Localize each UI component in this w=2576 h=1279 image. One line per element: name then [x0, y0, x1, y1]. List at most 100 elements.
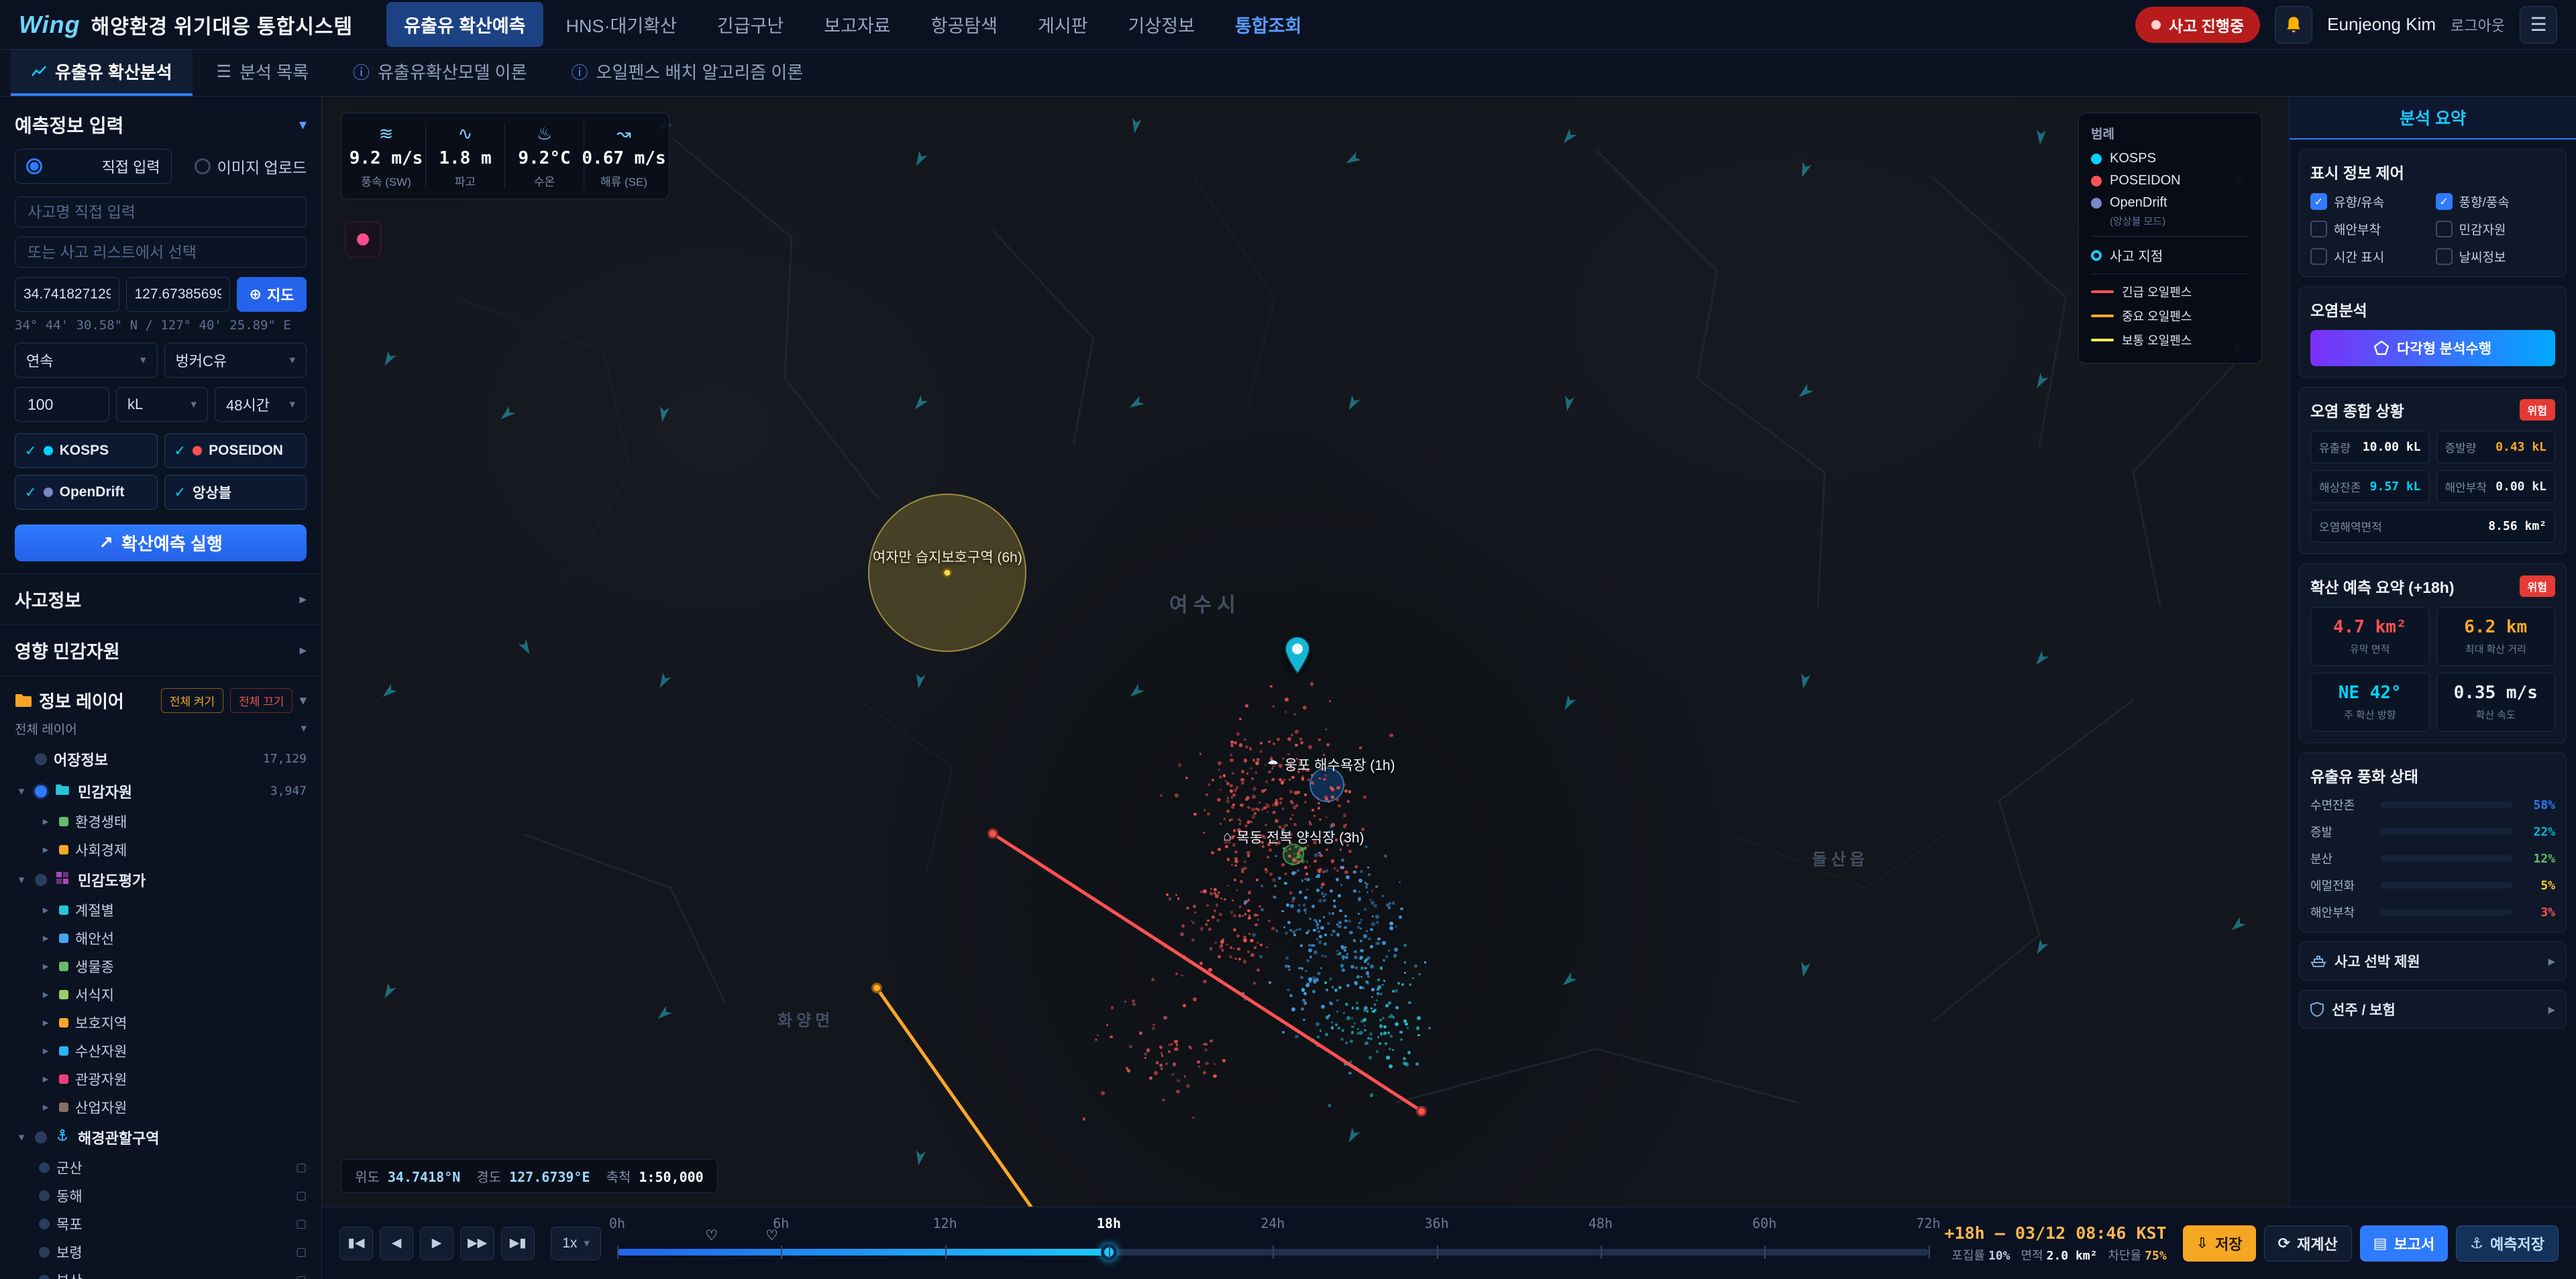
layer-toggle[interactable]: [39, 1162, 50, 1173]
layer-row-부산[interactable]: 부산 ▢: [7, 1266, 315, 1279]
display-option-시간 표시[interactable]: 시간 표시: [2310, 247, 2430, 266]
display-option-유향/유속[interactable]: ✓ 유향/유속: [2310, 192, 2430, 211]
playback-speed-select[interactable]: 1x ▾: [551, 1226, 601, 1260]
layer-row-사회경제[interactable]: ▸ 사회경제: [7, 836, 315, 864]
layer-row-수산자원[interactable]: ▸ 수산자원: [7, 1037, 315, 1065]
panel-section-사고 선박 제원[interactable]: 사고 선박 제원 ▸: [2299, 942, 2567, 981]
layer-row-관광자원[interactable]: ▸ 관광자원: [7, 1065, 315, 1093]
sidebar-section-1[interactable]: 사고정보 ▸: [0, 573, 321, 624]
run-prediction-button[interactable]: ↗ 확산예측 실행: [15, 524, 307, 561]
layer-row-목포[interactable]: 목포 ▢: [7, 1210, 315, 1238]
nav-item-2[interactable]: HNS·대기확산: [549, 2, 694, 47]
layers-all-off-button[interactable]: 전체 끄기: [230, 687, 293, 713]
layer-label: 군산: [56, 1160, 83, 1176]
layer-row-계절별[interactable]: ▸ 계절별: [7, 896, 315, 924]
logout-button[interactable]: 로그아웃: [2451, 14, 2505, 36]
예측저장-button[interactable]: ⚓ 예측저장: [2456, 1225, 2559, 1262]
layer-toggle[interactable]: [35, 753, 47, 765]
duration-select[interactable]: 48시간 ▾: [215, 387, 307, 423]
radio-direct-input[interactable]: 직접 입력: [15, 149, 172, 184]
layer-toggle[interactable]: [39, 1246, 50, 1258]
재계산-button[interactable]: ⟳ 재계산: [2263, 1225, 2352, 1262]
skip-end-button[interactable]: ▶▮: [501, 1226, 535, 1260]
app-root: Wing 해양환경 위기대응 통합시스템 유출유 확산예측 HNS·대기확산 긴급구…: [0, 0, 2576, 1279]
보고서-button[interactable]: ▤ 보고서: [2359, 1225, 2449, 1262]
incident-status-badge: 사고 진행중: [2135, 6, 2261, 43]
main-column: 여수시 화양면 돌산읍 여자만 습지보호구역 (6h) ☂ 웅포 해수욕장 (1h) ⌂…: [322, 97, 2576, 1279]
pollution-stat-유출량: 유출량 10.00 kL: [2310, 431, 2430, 463]
layers-subtitle-row[interactable]: 전체 레이어 ▾: [0, 717, 321, 743]
layer-row-해경관할구역[interactable]: ▾ 해경관할구역: [7, 1121, 315, 1154]
layer-toggle[interactable]: [39, 1218, 50, 1229]
nav-item-6[interactable]: 게시판: [1020, 2, 1106, 47]
tab-2[interactable]: ☰ 분석 목록: [197, 50, 329, 96]
amount-input[interactable]: [15, 387, 109, 423]
layer-row-해안선[interactable]: ▸ 해안선: [7, 924, 315, 952]
layer-toggle[interactable]: [39, 1274, 50, 1279]
unit-select[interactable]: kL ▾: [116, 387, 208, 423]
pick-on-map-button[interactable]: ⊕ 지도: [237, 277, 307, 313]
layer-label: 수산자원: [75, 1044, 127, 1060]
longitude-input[interactable]: [125, 277, 230, 313]
model-toggle-OpenDrift[interactable]: ✓ OpenDrift: [15, 475, 158, 510]
layers-all-on-button[interactable]: 전체 켜기: [160, 687, 224, 713]
layer-row-보호지역[interactable]: ▸ 보호지역: [7, 1009, 315, 1037]
draw-tool-button[interactable]: [345, 221, 381, 258]
fast-forward-button[interactable]: ▶▶: [460, 1226, 495, 1260]
layer-row-어장정보[interactable]: 어장정보 17,129: [7, 743, 315, 775]
nav-item-3[interactable]: 긴급구난: [700, 2, 801, 47]
step-back-button[interactable]: ◀: [380, 1226, 413, 1260]
layer-toggle[interactable]: [35, 1131, 47, 1144]
weather-value: 0.67 m/s: [582, 148, 666, 168]
display-option-민감자원[interactable]: 민감자원: [2435, 220, 2556, 238]
layer-row-산업자원[interactable]: ▸ 산업자원: [7, 1093, 315, 1121]
layer-row-민감자원[interactable]: ▾ 민감자원 3,947: [7, 775, 315, 808]
model-toggle-앙상블[interactable]: ✓ 앙상블: [164, 475, 307, 510]
skip-start-button[interactable]: ▮◀: [339, 1226, 373, 1260]
radio-image-upload[interactable]: 이미지 업로드: [194, 149, 307, 184]
ship-icon: [2310, 954, 2326, 968]
play-button[interactable]: ▶: [420, 1226, 453, 1260]
latitude-input[interactable]: [15, 277, 119, 313]
nav-item-4[interactable]: 보고자료: [806, 2, 908, 47]
menu-button[interactable]: ☰: [2520, 5, 2557, 44]
user-name: Eunjeong Kim: [2327, 14, 2436, 34]
notifications-button[interactable]: [2275, 5, 2313, 44]
model-toggle-KOSPS[interactable]: ✓ KOSPS: [15, 433, 158, 469]
nav-item-5[interactable]: 항공탐색: [914, 2, 1015, 47]
display-option-날씨정보[interactable]: 날씨정보: [2435, 247, 2556, 266]
layer-row-환경생태[interactable]: ▸ 환경생태: [7, 808, 315, 836]
tab-3[interactable]: ⓘ 유출유확산모델 이론: [333, 50, 547, 96]
polygon-analysis-button[interactable]: 다각형 분석수행: [2310, 330, 2555, 366]
layer-row-동해[interactable]: 동해 ▢: [7, 1182, 315, 1210]
prediction-input-header[interactable]: 예측정보 입력 ▾: [0, 103, 321, 146]
layer-row-서식지[interactable]: ▸ 서식지: [7, 981, 315, 1009]
panel-section-선주 / 보험[interactable]: 선주 / 보험 ▸: [2299, 990, 2567, 1029]
display-option-풍향/풍속[interactable]: ✓ 풍향/풍속: [2435, 192, 2556, 211]
layer-toggle[interactable]: [35, 785, 47, 797]
nav-item-1[interactable]: 유출유 확산예측: [386, 2, 543, 47]
저장-button[interactable]: ⇩ 저장: [2182, 1225, 2256, 1262]
tab-1[interactable]: 유출유 확산분석: [11, 50, 193, 96]
accident-name-input[interactable]: [15, 197, 307, 228]
layer-row-민감도평가[interactable]: ▾ 민감도평가: [7, 864, 315, 896]
map-canvas[interactable]: 여수시 화양면 돌산읍 여자만 습지보호구역 (6h) ☂ 웅포 해수욕장 (1h) ⌂…: [322, 97, 2289, 1207]
display-option-해안부착[interactable]: 해안부착: [2310, 220, 2430, 238]
legend-incident-label: 사고 지점: [2110, 249, 2163, 264]
sidebar-section-2[interactable]: 영향 민감자원 ▸: [0, 624, 321, 675]
oil-type-select[interactable]: 벙커C유 ▾: [164, 343, 307, 378]
accident-list-input[interactable]: [15, 237, 307, 268]
layer-row-군산[interactable]: 군산 ▢: [7, 1154, 315, 1182]
bounds-icon: ▢: [295, 1160, 307, 1174]
layer-row-생물종[interactable]: ▸ 생물종: [7, 952, 315, 981]
nav-item-7[interactable]: 기상정보: [1111, 2, 1212, 47]
layer-row-보령[interactable]: 보령 ▢: [7, 1238, 315, 1266]
model-toggle-POSEIDON[interactable]: ✓ POSEIDON: [164, 433, 307, 469]
nav-item-8[interactable]: 통합조회: [1218, 2, 1319, 47]
layer-toggle[interactable]: [35, 873, 47, 886]
layer-toggle[interactable]: [39, 1190, 50, 1201]
spill-type-select[interactable]: 연속 ▾: [15, 343, 158, 378]
tab-4[interactable]: ⓘ 오일펜스 배치 알고리즘 이론: [551, 50, 824, 96]
timeline-track[interactable]: [616, 1244, 1930, 1260]
summary-panel-header[interactable]: 분석 요약: [2290, 97, 2576, 140]
